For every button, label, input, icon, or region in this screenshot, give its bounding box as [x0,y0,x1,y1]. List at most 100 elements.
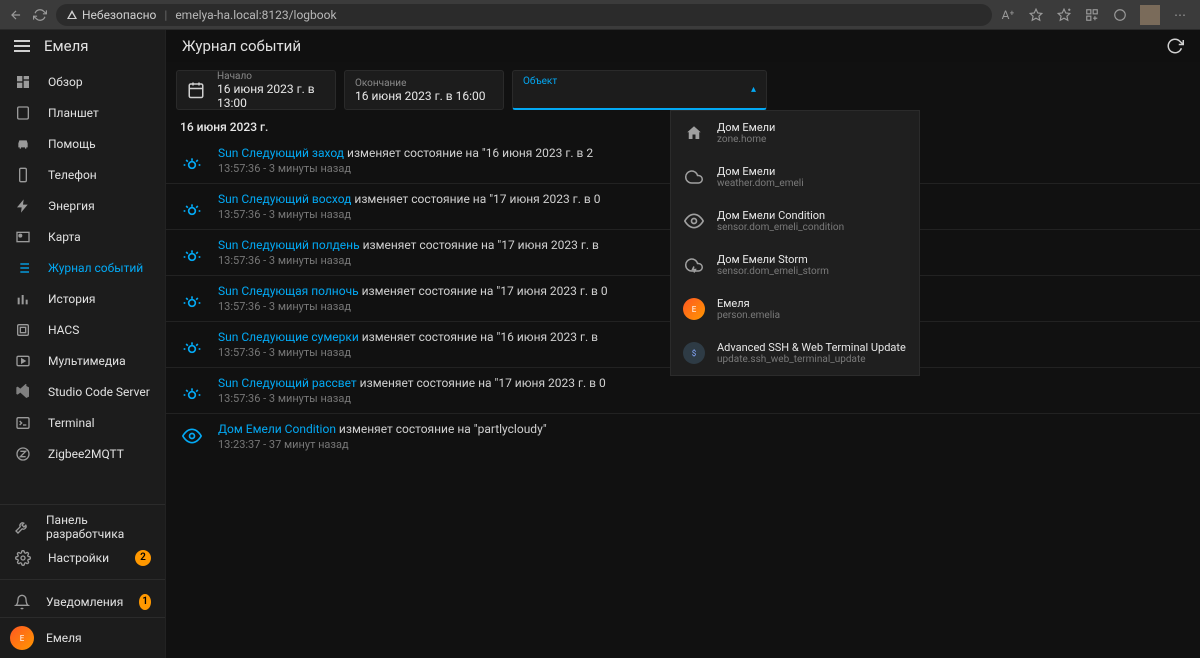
log-text: изменяет состояние на "16 июня 2023 г. в… [344,146,593,160]
security-label: Небезопасно [82,8,156,22]
dropdown-item[interactable]: Дом Емелиzone.home [671,111,919,155]
refresh-icon[interactable] [32,7,48,23]
entity-filter[interactable]: Объект ▴ [512,70,767,110]
sidebar-item-settings[interactable]: Настройки2 [0,542,165,573]
log-timestamp: 13:57:36 - 3 минуты назад [218,254,599,267]
start-label: Начало [217,71,325,82]
car-icon [14,135,32,153]
nav-bottom: Панель разработчикаНастройки2 Уведомления… [0,504,165,617]
dropdown-item[interactable]: $Advanced SSH & Web Terminal Updateupdat… [671,331,919,375]
sidebar-item-hacs[interactable]: HACS [0,314,165,345]
log-timestamp: 13:57:36 - 3 минуты назад [218,392,606,405]
dropdown-item[interactable]: Дом Емели Conditionsensor.dom_emeli_cond… [671,199,919,243]
collections-icon[interactable] [1084,7,1100,23]
log-text: изменяет состояние на "17 июня 2023 г. в [360,238,599,252]
log-timestamp: 13:57:36 - 3 минуты назад [218,208,600,221]
dropdown-id: update.ssh_web_terminal_update [717,354,906,365]
sidebar-item-logbook[interactable]: Журнал событий [0,252,165,283]
dropdown-name: Емеля [717,297,780,310]
sidebar-item-label: История [48,292,95,306]
badge: 1 [139,594,151,610]
dropdown-name: Дом Емели Condition [717,209,844,222]
dropdown-id: sensor.dom_emeli_storm [717,266,829,277]
sidebar-item-phone[interactable]: Телефон [0,159,165,190]
star-icon[interactable] [1028,7,1044,23]
badge: 2 [135,550,151,566]
more-icon[interactable]: ⋯ [1172,7,1188,23]
sidebar-item-notifications[interactable]: Уведомления 1 [0,586,165,617]
sidebar-item-help[interactable]: Помощь [0,128,165,159]
sidebar-item-energy[interactable]: Энергия [0,190,165,221]
entity-input[interactable] [523,89,723,103]
log-entity-link[interactable]: Sun Следующий восход [218,192,351,206]
sidebar-item-label: HACS [48,323,79,337]
user-row[interactable]: Е Емеля [0,617,165,658]
storm-icon [683,254,705,276]
entity-label: Объект [523,76,739,87]
text-size-icon[interactable]: A⁺ [1000,7,1016,23]
sidebar-header: Емеля [0,30,165,62]
sidebar-item-label: Помощь [48,137,96,151]
log-entity-link[interactable]: Sun Следующий рассвет [218,376,357,390]
sidebar-item-tablet[interactable]: Планшет [0,97,165,128]
user-avatar: Е [10,626,34,650]
log-entity-link[interactable]: Sun Следующая полночь [218,284,359,298]
log-entity-link[interactable]: Дом Емели Condition [218,422,336,436]
bell-icon [14,593,30,611]
extension-icon[interactable] [1112,7,1128,23]
main-content: Журнал событий Начало 16 июня 2023 г. в … [165,30,1200,658]
sidebar-item-label: Журнал событий [48,261,143,275]
log-content: Дом Емели Condition изменяет состояние н… [218,422,547,451]
zigbee-icon [14,445,32,463]
sidebar-item-label: Телефон [48,168,97,182]
url-text: emelya-ha.local:8123/logbook [175,8,336,22]
sidebar-item-terminal[interactable]: Terminal [0,407,165,438]
sidebar-item-devtools[interactable]: Панель разработчика [0,511,165,542]
log-entity-link[interactable]: Sun Следующий полдень [218,238,360,252]
sidebar-item-map[interactable]: Карта [0,221,165,252]
log-content: Sun Следующий заход изменяет состояние н… [218,146,593,175]
dropdown-name: Дом Емели [717,121,775,134]
start-value: 16 июня 2023 г. в 13:00 [217,82,325,110]
log-entity-link[interactable]: Sun Следующие сумерки [218,330,359,344]
chart-icon [14,290,32,308]
sun-icon [180,148,204,172]
sidebar-item-label: Энергия [48,199,95,213]
sidebar-item-label: Terminal [48,416,95,430]
sidebar-item-vscode[interactable]: Studio Code Server [0,376,165,407]
log-row[interactable]: Дом Емели Condition изменяет состояние н… [166,413,1200,459]
sidebar-item-overview[interactable]: Обзор [0,66,165,97]
dropdown-item[interactable]: Дом Емелиweather.dom_emeli [671,155,919,199]
log-content: Sun Следующие сумерки изменяет состояние… [218,330,598,359]
gear-icon [14,549,32,567]
sidebar-item-label: Карта [48,230,81,244]
log-content: Sun Следующий восход изменяет состояние … [218,192,600,221]
update-icon: $ [683,342,705,364]
log-content: Sun Следующая полночь изменяет состояние… [218,284,608,313]
log-entity-link[interactable]: Sun Следующий заход [218,146,344,160]
refresh-button[interactable] [1166,37,1184,55]
sidebar-item-media[interactable]: Мультимедиа [0,345,165,376]
back-icon[interactable] [8,7,24,23]
sidebar-item-label: Studio Code Server [48,385,150,399]
sidebar-item-label: Уведомления [46,595,123,609]
end-date-filter[interactable]: Окончание 16 июня 2023 г. в 16:00 [344,70,504,110]
dropdown-id: person.emelia [717,310,780,321]
profile-avatar[interactable] [1140,5,1160,25]
dropdown-item[interactable]: ЕЕмеляperson.emelia [671,287,919,331]
list-icon [14,259,32,277]
log-timestamp: 13:23:37 - 37 минут назад [218,438,547,451]
dropdown-item[interactable]: Дом Емели Stormsensor.dom_emeli_storm [671,243,919,287]
dropdown-id: zone.home [717,134,775,145]
browser-actions: A⁺ ⋯ [1000,5,1192,25]
hamburger-icon[interactable] [14,40,30,52]
sidebar-item-history[interactable]: История [0,283,165,314]
start-date-filter[interactable]: Начало 16 июня 2023 г. в 13:00 [176,70,336,110]
address-bar[interactable]: Небезопасно | emelya-ha.local:8123/logbo… [56,4,992,26]
bolt-icon [14,197,32,215]
sidebar-item-z2m[interactable]: Zigbee2MQTT [0,438,165,469]
security-warning: Небезопасно [66,8,156,22]
favorites-icon[interactable] [1056,7,1072,23]
log-text: изменяет состояние на "16 июня 2023 г. в [359,330,598,344]
vscode-icon [14,383,32,401]
